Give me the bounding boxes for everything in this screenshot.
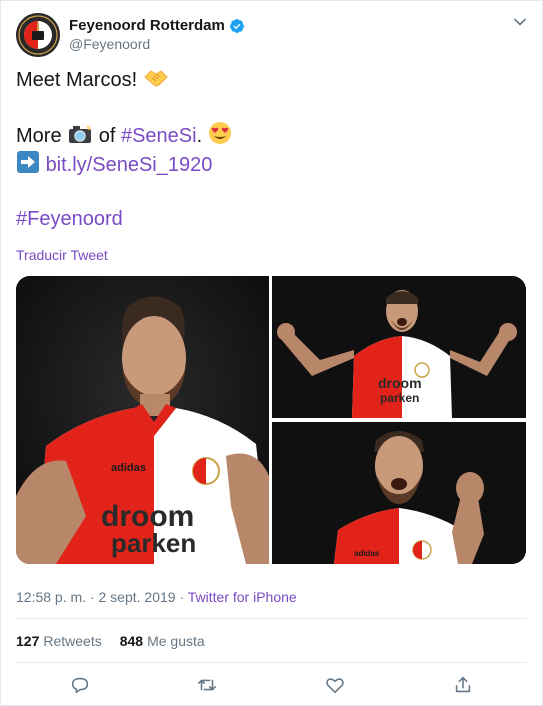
share-icon[interactable] [452, 674, 474, 696]
tweet-source-link[interactable]: Twitter for iPhone [188, 589, 297, 605]
tweet-line-2-dot: . [196, 125, 203, 147]
tweet-text: Meet Marcos! More of #SeneSi. bit.ly/Sen… [16, 67, 526, 233]
meta-separator: · [179, 589, 185, 605]
player-photo-3-image: adidas [272, 422, 526, 564]
divider [16, 662, 527, 663]
name-row: Feyenoord Rotterdam [69, 17, 245, 34]
meta-separator: · [89, 589, 95, 605]
likes-label: Me gusta [147, 633, 205, 649]
sponsor-text-droom-2: droom [378, 375, 422, 391]
tweet-card: Feyenoord Rotterdam @Feyenoord Meet Marc… [0, 0, 543, 706]
tweet-stats: 127 Retweets 848 Me gusta [16, 633, 205, 649]
tweet-date[interactable]: 2 sept. 2019 [99, 589, 176, 605]
tweet-time[interactable]: 12:58 p. m. [16, 589, 86, 605]
tweet-line-3: bit.ly/SeneSi_1920 [16, 150, 526, 179]
player-photo-3[interactable]: adidas [272, 422, 526, 564]
sponsor-text-parken-1: parken [111, 528, 196, 558]
display-name[interactable]: Feyenoord Rotterdam [69, 17, 225, 34]
tweet-line-4: #Feyenoord [16, 206, 526, 233]
retweets-stat[interactable]: 127 Retweets [16, 633, 102, 649]
player-photo-1[interactable]: adidas droom parken [16, 276, 269, 564]
tweet-line-2-prefix: More [16, 125, 62, 147]
account-handle[interactable]: @Feyenoord [69, 36, 150, 52]
likes-count: 848 [119, 633, 144, 649]
media-grid: adidas droom parken droom parken adidas [16, 276, 526, 564]
tweet-line-2: More of #SeneSi. [16, 121, 526, 150]
feyenoord-logo-icon [16, 13, 60, 57]
chevron-down-icon[interactable] [513, 15, 527, 29]
player-photo-1-image: adidas droom parken [16, 276, 269, 564]
reply-icon[interactable] [69, 674, 91, 696]
svg-text:adidas: adidas [111, 462, 146, 474]
tweet-header: Feyenoord Rotterdam @Feyenoord [16, 13, 527, 57]
retweets-count: 127 [16, 633, 40, 649]
hashtag-senesi-link[interactable]: #SeneSi [121, 125, 197, 147]
hashtag-feyenoord-link[interactable]: #Feyenoord [16, 208, 123, 230]
tweet-timestamp: 12:58 p. m. · 2 sept. 2019 · Twitter for… [16, 589, 297, 605]
heart-eyes-emoji-icon [208, 122, 231, 144]
retweets-label: Retweets [43, 633, 102, 649]
verified-badge-icon [229, 18, 244, 33]
likes-stat[interactable]: 848 Me gusta [120, 633, 205, 649]
tweet-line-1: Meet Marcos! [16, 67, 526, 94]
retweet-icon[interactable] [196, 674, 218, 696]
avatar[interactable] [16, 13, 60, 57]
player-photo-2-image: droom parken [272, 276, 526, 418]
handshake-emoji-icon [143, 70, 168, 87]
right-arrow-emoji-icon [17, 151, 39, 173]
divider [16, 618, 527, 619]
camera-flash-emoji-icon [69, 124, 93, 143]
tweet-line-2-mid: of [98, 125, 116, 147]
svg-text:adidas: adidas [354, 549, 380, 558]
shortened-link[interactable]: bit.ly/SeneSi_1920 [46, 154, 213, 176]
tweet-actions [16, 674, 527, 696]
sponsor-text-parken-2: parken [380, 391, 419, 405]
translate-tweet-link[interactable]: Traducir Tweet [16, 247, 108, 263]
tweet-line-1-text: Meet Marcos! [16, 69, 138, 91]
heart-icon[interactable] [324, 674, 346, 696]
player-photo-2[interactable]: droom parken [272, 276, 526, 418]
